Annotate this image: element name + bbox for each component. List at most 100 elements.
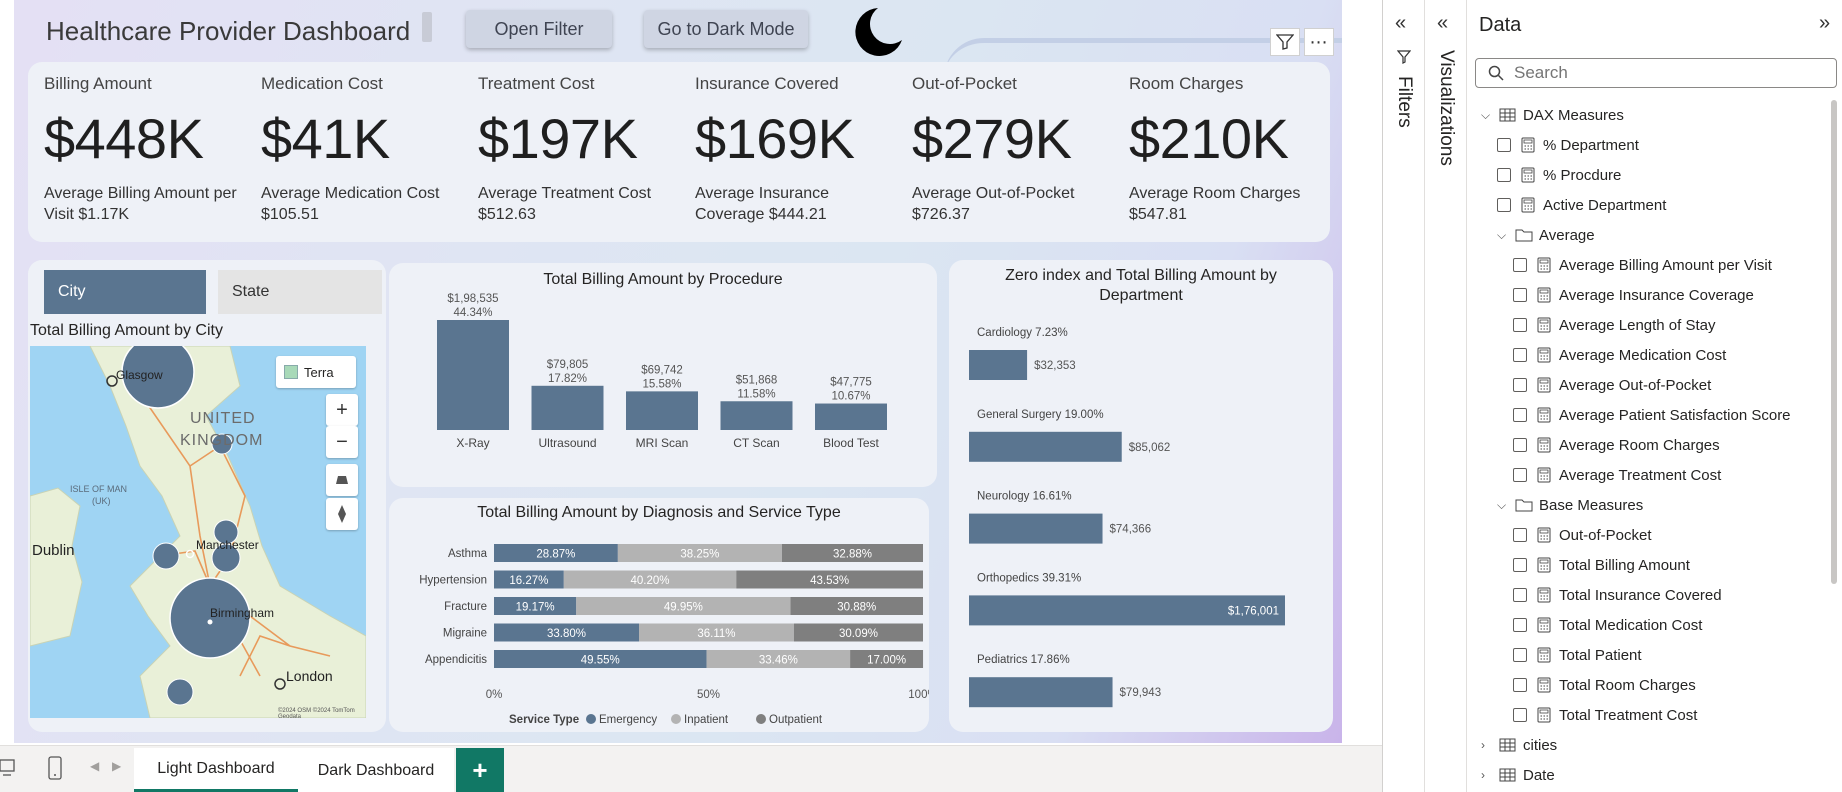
department-bar bbox=[969, 677, 1113, 708]
tree-measure-row[interactable]: Total Billing Amount bbox=[1513, 550, 1690, 580]
slicer-state-button[interactable]: State bbox=[218, 270, 382, 314]
field-checkbox[interactable] bbox=[1513, 528, 1527, 542]
diagnosis-segment-label: 40.20% bbox=[631, 575, 670, 587]
field-checkbox[interactable] bbox=[1513, 588, 1527, 602]
chevron-down-icon[interactable]: ⌵ bbox=[1481, 108, 1495, 123]
collapse-data-icon[interactable]: » bbox=[1819, 12, 1830, 35]
tree-item-label: Active Department bbox=[1543, 196, 1667, 214]
field-checkbox[interactable] bbox=[1497, 168, 1511, 182]
open-filter-button[interactable]: Open Filter bbox=[466, 10, 612, 48]
chevron-down-icon[interactable]: ⌵ bbox=[1497, 228, 1511, 243]
tab-light-dashboard[interactable]: Light Dashboard bbox=[134, 748, 298, 792]
tilt-icon[interactable] bbox=[326, 464, 358, 496]
field-checkbox[interactable] bbox=[1513, 618, 1527, 632]
diagnosis-segment-label: 30.09% bbox=[839, 628, 878, 640]
desktop-view-icon[interactable] bbox=[0, 758, 16, 783]
visualizations-pane[interactable]: « Visualizations bbox=[1424, 0, 1466, 792]
tree-table-row[interactable]: › Date bbox=[1481, 760, 1555, 790]
department-bar-chart[interactable]: Cardiology 7.23% $32,353 General Surgery 1… bbox=[949, 260, 1333, 732]
diagnosis-category-label: Asthma bbox=[448, 548, 488, 560]
tree-measure-row[interactable]: Total Treatment Cost bbox=[1513, 700, 1697, 730]
department-category-label: Neurology 16.61% bbox=[977, 491, 1072, 503]
compass-icon[interactable] bbox=[326, 498, 358, 530]
field-checkbox[interactable] bbox=[1513, 438, 1527, 452]
moon-icon[interactable] bbox=[848, 4, 904, 60]
data-search-input[interactable] bbox=[1514, 63, 1814, 83]
field-checkbox[interactable] bbox=[1513, 678, 1527, 692]
tree-folder-row[interactable]: ⌵ Average bbox=[1497, 220, 1595, 250]
field-checkbox[interactable] bbox=[1513, 708, 1527, 722]
field-checkbox[interactable] bbox=[1513, 408, 1527, 422]
zoom-out-button[interactable]: − bbox=[326, 426, 358, 458]
slicer-city-button[interactable]: City bbox=[44, 270, 206, 314]
filters-pane[interactable]: « Filters bbox=[1382, 0, 1424, 792]
expand-filters-icon[interactable]: « bbox=[1395, 12, 1406, 35]
tree-measure-row[interactable]: Average Length of Stay bbox=[1513, 310, 1716, 340]
mobile-view-icon[interactable] bbox=[48, 756, 62, 785]
tree-measure-row[interactable]: Average Patient Satisfaction Score bbox=[1513, 400, 1791, 430]
chevron-down-icon[interactable]: ⌵ bbox=[1497, 498, 1511, 513]
procedure-bar-chart[interactable]: $1,98,535 44.34% X-Ray $79,805 17.82% Ultraso… bbox=[389, 263, 937, 487]
procedure-percent-label: 17.82% bbox=[548, 373, 587, 385]
diagnosis-stacked-bar-chart[interactable]: Asthma 28.87% 38.25% 32.88% Hypertension 16.2… bbox=[389, 498, 938, 732]
department-bar bbox=[969, 431, 1122, 462]
field-checkbox[interactable] bbox=[1513, 288, 1527, 302]
tree-measure-row[interactable]: Total Room Charges bbox=[1513, 670, 1696, 700]
search-icon bbox=[1488, 65, 1504, 81]
add-page-button[interactable]: + bbox=[456, 748, 504, 792]
tree-measure-row[interactable]: % Procdure bbox=[1497, 160, 1621, 190]
expand-visualizations-icon[interactable]: « bbox=[1437, 12, 1448, 35]
tab-dark-dashboard[interactable]: Dark Dashboard bbox=[298, 748, 454, 792]
tree-measure-row[interactable]: Average Out-of-Pocket bbox=[1513, 370, 1711, 400]
tree-item-label: Total Patient bbox=[1559, 646, 1642, 664]
tree-measure-row[interactable]: Average Billing Amount per Visit bbox=[1513, 250, 1772, 280]
map-label-isle-line1: ISLE OF MAN bbox=[70, 484, 128, 494]
field-checkbox[interactable] bbox=[1513, 258, 1527, 272]
data-pane-scrollbar[interactable] bbox=[1831, 100, 1837, 584]
field-checkbox[interactable] bbox=[1513, 558, 1527, 572]
field-checkbox[interactable] bbox=[1513, 378, 1527, 392]
chevron-right-icon[interactable]: › bbox=[1481, 738, 1495, 752]
chevron-right-icon[interactable]: › bbox=[1481, 768, 1495, 782]
tree-measure-row[interactable]: Total Insurance Covered bbox=[1513, 580, 1722, 610]
kpi-label: Billing Amount bbox=[44, 74, 152, 93]
tree-measure-row[interactable]: Average Room Charges bbox=[1513, 430, 1720, 460]
tree-measure-row[interactable]: Average Treatment Cost bbox=[1513, 460, 1721, 490]
tree-measure-row[interactable]: Average Insurance Coverage bbox=[1513, 280, 1754, 310]
field-checkbox[interactable] bbox=[1497, 198, 1511, 212]
diagnosis-segment-label: 28.87% bbox=[536, 549, 575, 561]
procedure-bar bbox=[531, 385, 604, 430]
diagnosis-category-label: Migraine bbox=[443, 628, 487, 640]
tree-measure-row[interactable]: Out-of-Pocket bbox=[1513, 520, 1652, 550]
kpi-value: $448K bbox=[44, 107, 204, 170]
legend-label-outpatient: Outpatient bbox=[769, 714, 823, 726]
visual-filter-icon[interactable] bbox=[1270, 28, 1300, 56]
procedure-bar bbox=[815, 403, 887, 430]
field-checkbox[interactable] bbox=[1513, 348, 1527, 362]
tree-table-row[interactable]: ⌵ DAX Measures bbox=[1481, 100, 1624, 130]
map-area[interactable]: Glasgow UNITED KINGDOM ISLE OF MAN (UK) … bbox=[30, 346, 366, 718]
dark-mode-button[interactable]: Go to Dark Mode bbox=[644, 10, 808, 48]
tree-table-row[interactable]: › cities bbox=[1481, 730, 1557, 760]
field-checkbox[interactable] bbox=[1513, 468, 1527, 482]
calculator-icon bbox=[1537, 317, 1551, 333]
tree-measure-row[interactable]: Total Patient bbox=[1513, 640, 1642, 670]
tab-scroll-right-icon[interactable]: ▶ bbox=[112, 759, 121, 773]
more-options-icon[interactable]: ⋯ bbox=[1304, 28, 1334, 56]
map-style-picker[interactable]: Terra bbox=[276, 356, 356, 388]
field-checkbox[interactable] bbox=[1497, 138, 1511, 152]
field-checkbox[interactable] bbox=[1513, 318, 1527, 332]
kpi-card: Billing Amount $448K Average Billing Amo… bbox=[28, 62, 1330, 242]
kpi-subtext: Average Room Charges $547.81 bbox=[1129, 185, 1301, 223]
calculator-icon bbox=[1537, 347, 1551, 363]
zoom-in-button[interactable]: + bbox=[326, 394, 358, 426]
folder-icon bbox=[1515, 499, 1533, 512]
tree-measure-row[interactable]: Active Department bbox=[1497, 190, 1666, 220]
tab-scroll-left-icon[interactable]: ◀ bbox=[90, 759, 99, 773]
tree-measure-row[interactable]: % Department bbox=[1497, 130, 1639, 160]
field-checkbox[interactable] bbox=[1513, 648, 1527, 662]
tree-measure-row[interactable]: Average Medication Cost bbox=[1513, 340, 1726, 370]
tree-folder-row[interactable]: ⌵ Base Measures bbox=[1497, 490, 1643, 520]
data-search-box[interactable] bbox=[1475, 58, 1837, 88]
tree-measure-row[interactable]: Total Medication Cost bbox=[1513, 610, 1702, 640]
